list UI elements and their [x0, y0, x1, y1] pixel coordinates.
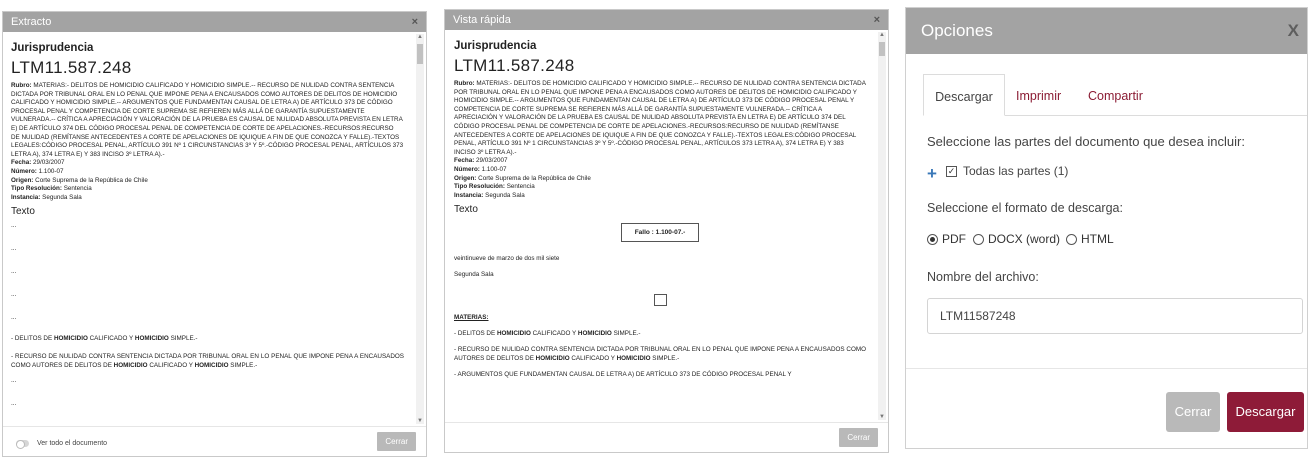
tipo-row: Tipo Resolución: Sentencia: [454, 183, 535, 191]
extracto-title: Extracto: [11, 16, 52, 28]
origen-row: Origen: Corte Suprema de la República de…: [11, 176, 148, 184]
close-icon[interactable]: ×: [874, 10, 880, 30]
extracto-modal: Extracto × Jurisprudencia LTM11.587.248 …: [2, 11, 427, 457]
scrollbar-thumb[interactable]: [879, 42, 885, 56]
fecha-row: Fecha: 29/03/2007: [454, 157, 508, 165]
all-parts-checkbox[interactable]: ✓: [946, 166, 957, 177]
radio-html-label: HTML: [1081, 232, 1114, 246]
radio-pdf-label: PDF: [942, 232, 966, 246]
format-prompt: Seleccione el formato de descarga:: [927, 201, 1123, 215]
date-line: veintinueve de marzo de dos mil siete: [454, 255, 560, 263]
numero-row: Número: 1.100-07: [11, 167, 64, 175]
instancia-row: Instancia: Segunda Sala: [11, 193, 82, 201]
paragraph-delitos: - DELITOS DE HOMICIDIO CALIFICADO Y HOMI…: [454, 330, 641, 338]
vista-header: Vista rápida ×: [445, 10, 888, 30]
fecha-row: Fecha: 29/03/2007: [11, 159, 65, 167]
ellipsis-line: ...: [11, 400, 17, 408]
extracto-footer: Ver todo el documento Cerrar: [3, 426, 426, 456]
paragraph-recurso: - RECURSO DE NULIDAD CONTRA SENTENCIA DI…: [454, 346, 866, 363]
vista-footer: Cerrar: [445, 422, 888, 452]
tipo-row: Tipo Resolución: Sentencia: [11, 185, 92, 193]
ellipsis-line: ...: [11, 314, 17, 322]
fallo-box: Fallo : 1.100-07.-: [621, 223, 699, 243]
view-all-label: Ver todo el documento: [37, 440, 108, 447]
scrollbar[interactable]: ▲ ▼: [416, 34, 424, 424]
radio-html[interactable]: [1066, 234, 1077, 245]
scroll-up-icon[interactable]: ▲: [878, 32, 886, 38]
opciones-title: Opciones: [921, 21, 993, 40]
extracto-content: Jurisprudencia LTM11.587.248 Rubro: MATE…: [3, 32, 426, 426]
instancia-row: Instancia: Segunda Sala: [454, 191, 525, 199]
close-button[interactable]: Cerrar: [839, 428, 878, 447]
origen-row: Origen: Corte Suprema de la República de…: [454, 174, 591, 182]
scrollbar-thumb[interactable]: [417, 44, 423, 64]
scroll-up-icon[interactable]: ▲: [416, 34, 424, 40]
rubro-text: Rubro: MATERIAS:- DELITOS DE HOMICIDIO C…: [454, 80, 866, 156]
doc-id: LTM11.587.248: [11, 58, 132, 77]
close-button[interactable]: Cerrar: [377, 432, 416, 451]
texto-heading: Texto: [11, 206, 35, 218]
sala-line: Segunda Sala: [454, 271, 494, 279]
ellipsis-line: ...: [11, 245, 17, 253]
materias-heading: MATERIAS:: [454, 314, 489, 322]
paragraph-delitos: - DELITOS DE HOMICIDIO CALIFICADO Y HOMI…: [11, 335, 198, 343]
image-placeholder: [653, 294, 667, 307]
doc-heading: Jurisprudencia: [454, 40, 537, 52]
rubro-text: Rubro: MATERIAS:- DELITOS DE HOMICIDIO C…: [11, 82, 404, 158]
texto-heading: Texto: [454, 204, 478, 216]
close-icon[interactable]: X: [1288, 8, 1299, 54]
paragraph-recurso: - RECURSO DE NULIDAD CONTRA SENTENCIA DI…: [11, 353, 404, 370]
view-all-toggle[interactable]: [16, 440, 29, 449]
paragraph-argumentos: - ARGUMENTOS QUE FUNDAMENTAN CAUSAL DE L…: [454, 371, 792, 379]
filename-input[interactable]: LTM11587248: [927, 298, 1303, 334]
extracto-header: Extracto ×: [3, 12, 426, 32]
opciones-modal: Opciones X Descargar Imprimir Compartir …: [905, 7, 1308, 449]
doc-heading: Jurisprudencia: [11, 42, 94, 54]
tab-imprimir[interactable]: Imprimir: [1016, 74, 1061, 116]
opciones-header: Opciones X: [906, 8, 1307, 54]
download-button[interactable]: Descargar: [1227, 392, 1304, 432]
vista-content: Jurisprudencia LTM11.587.248 Rubro: MATE…: [445, 30, 888, 422]
cancel-button[interactable]: Cerrar: [1166, 392, 1220, 432]
tab-compartir[interactable]: Compartir: [1088, 74, 1143, 116]
radio-docx[interactable]: [973, 234, 984, 245]
radio-pdf[interactable]: [927, 234, 938, 245]
doc-id: LTM11.587.248: [454, 56, 575, 75]
tab-descargar[interactable]: Descargar: [923, 74, 1005, 116]
vista-title: Vista rápida: [453, 14, 511, 26]
expand-plus-icon[interactable]: +: [927, 164, 937, 184]
vista-rapida-modal: Vista rápida × Jurisprudencia LTM11.587.…: [444, 9, 889, 453]
options-tabs: Descargar Imprimir Compartir: [923, 74, 1307, 116]
scroll-down-icon[interactable]: ▼: [878, 414, 886, 420]
numero-row: Número: 1.100-07: [454, 165, 507, 173]
parts-prompt: Seleccione las partes del documento que …: [927, 134, 1245, 149]
scroll-down-icon[interactable]: ▼: [416, 418, 424, 424]
radio-docx-label: DOCX (word): [988, 232, 1061, 246]
ellipsis-line: ...: [11, 377, 17, 385]
ellipsis-line: ...: [11, 268, 17, 276]
ellipsis-line: ...: [11, 222, 17, 230]
filename-label: Nombre del archivo:: [927, 270, 1039, 284]
ellipsis-line: ...: [11, 291, 17, 299]
close-icon[interactable]: ×: [412, 12, 418, 32]
scrollbar[interactable]: ▲ ▼: [878, 32, 886, 420]
opciones-footer-divider: [906, 368, 1307, 369]
all-parts-label: Todas las partes (1): [963, 164, 1069, 178]
